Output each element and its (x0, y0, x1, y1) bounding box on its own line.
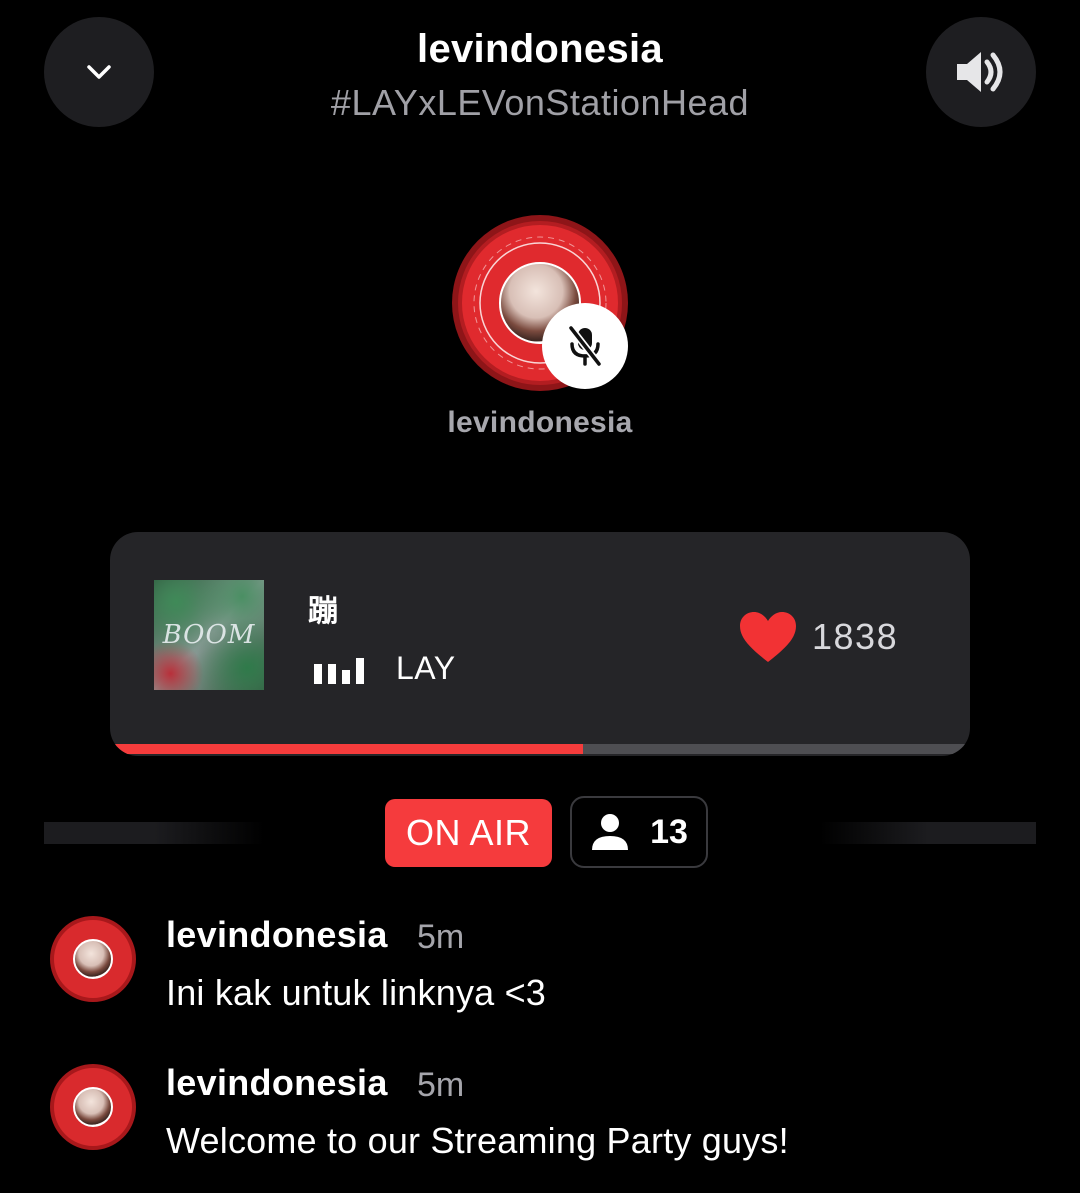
playback-progress-fill (114, 744, 583, 754)
volume-button[interactable] (926, 17, 1036, 127)
speaker-icon (957, 52, 1003, 92)
chat-message-text: Welcome to our Streaming Party guys! (166, 1120, 789, 1161)
listener-count-button[interactable]: 13 (570, 796, 708, 868)
host-name: levindonesia (447, 406, 633, 439)
avatar-photo (72, 1086, 114, 1128)
divider-left (44, 822, 264, 844)
chat-username[interactable]: levindonesia (166, 914, 388, 956)
avatar[interactable] (50, 916, 136, 1002)
playback-progress-bar (114, 744, 966, 754)
like-count: 1838 (812, 616, 899, 657)
chat-username[interactable]: levindonesia (166, 1062, 388, 1104)
album-art-text: BOOM (162, 620, 256, 650)
divider-right (820, 822, 1036, 844)
chat-timestamp: 5m (417, 1066, 465, 1104)
song-artist: LAY (396, 650, 456, 686)
heart-icon[interactable] (738, 610, 798, 664)
host-avatar[interactable] (452, 215, 628, 391)
person-icon (592, 814, 629, 850)
station-hashtag: #LAYxLEVonStationHead (330, 82, 750, 123)
mic-status-badge (542, 303, 628, 389)
song-title: 蹦 (308, 594, 338, 629)
on-air-label: ON AIR (405, 812, 532, 853)
album-art: BOOM (154, 580, 264, 690)
equalizer-icon (314, 658, 364, 684)
mic-muted-icon (568, 325, 602, 367)
station-title: levindonesia (417, 27, 663, 71)
on-air-badge: ON AIR (385, 799, 552, 867)
avatar-photo (72, 938, 114, 980)
avatar[interactable] (50, 1064, 136, 1150)
chat-timestamp: 5m (417, 918, 465, 956)
now-playing-card[interactable]: BOOM 蹦 LAY 1838 (110, 532, 970, 756)
chat-message-text: Ini kak untuk linknya <3 (166, 972, 547, 1013)
listener-count: 13 (650, 812, 688, 851)
